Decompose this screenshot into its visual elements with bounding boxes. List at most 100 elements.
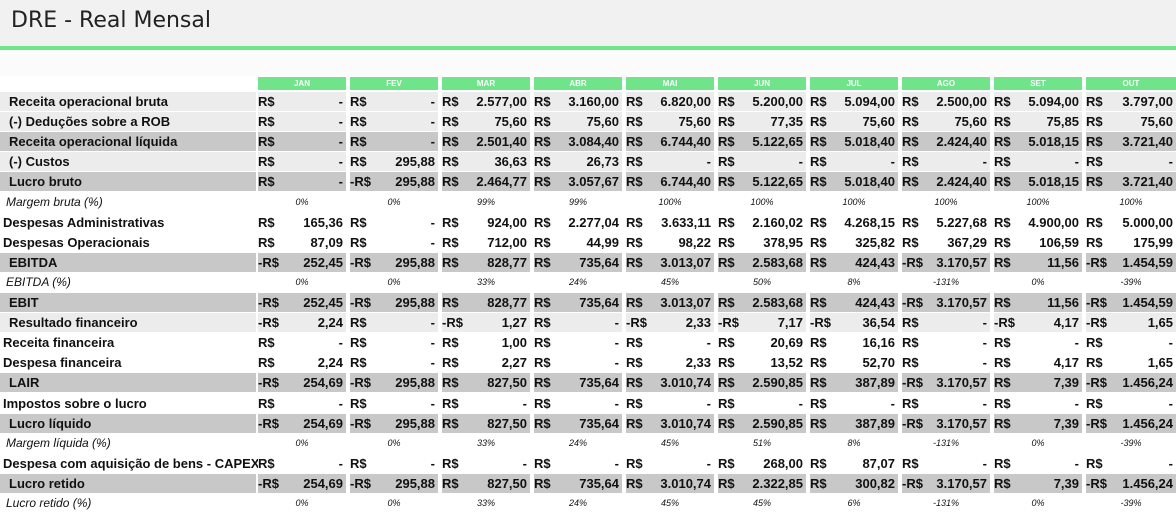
currency-symbol: R$ <box>994 94 1011 109</box>
table-cell: R$ 3.797,00 <box>1086 92 1176 111</box>
amount-value: 5.000,00 <box>1122 215 1173 230</box>
currency-symbol: R$ <box>258 114 275 129</box>
currency-symbol: R$ <box>442 335 459 350</box>
row-label: Receita financeira <box>0 333 256 352</box>
amount-value: - <box>890 154 895 169</box>
currency-symbol: R$ <box>442 134 459 149</box>
currency-symbol: R$ <box>810 416 827 431</box>
currency-symbol: R$ <box>258 355 275 370</box>
amount-value: 1.456,24 <box>1122 476 1173 491</box>
currency-symbol: -R$ <box>902 416 923 431</box>
amount-value: 2.160,02 <box>752 215 803 230</box>
currency-symbol: R$ <box>902 94 919 109</box>
amount-value: - <box>706 456 711 471</box>
table-cell: -39% <box>1086 434 1176 453</box>
amount-value: - <box>982 315 987 330</box>
currency-symbol: R$ <box>626 355 643 370</box>
amount-value: 828,77 <box>487 255 527 270</box>
table-cell: R$ - <box>994 333 1082 352</box>
currency-symbol: R$ <box>1086 235 1103 250</box>
percent-value: -131% <box>932 438 959 448</box>
table-cell: -R$ 1.456,24 <box>1086 474 1176 493</box>
table-cell: -R$ 295,88 <box>350 172 438 191</box>
table-cell: R$ - <box>810 394 898 413</box>
percent-value: 0% <box>295 498 309 508</box>
currency-symbol: -R$ <box>626 315 647 330</box>
table-cell: R$ - <box>350 454 438 473</box>
table-cell: R$ 3.084,40 <box>534 132 622 151</box>
table-cell: R$ 735,64 <box>534 414 622 433</box>
currency-symbol: R$ <box>1086 396 1103 411</box>
amount-value: 2.500,00 <box>936 94 987 109</box>
table-cell: -R$ 1.454,59 <box>1086 293 1176 312</box>
table-cell: -131% <box>902 273 990 292</box>
table-cell: R$ 387,89 <box>810 373 898 392</box>
table-cell: 51% <box>718 434 806 453</box>
currency-symbol: R$ <box>718 154 735 169</box>
table-cell: 8% <box>810 273 898 292</box>
amount-value: 827,50 <box>487 416 527 431</box>
amount-value: 1,27 <box>501 315 527 330</box>
table-cell: R$ 3.057,67 <box>534 172 622 191</box>
table-cell: R$ 378,95 <box>718 233 806 252</box>
table-cell: R$ 424,43 <box>810 253 898 272</box>
table-cell: 100% <box>810 193 898 212</box>
table-cell: R$ - <box>258 172 346 191</box>
currency-symbol: R$ <box>442 355 459 370</box>
amount-value: - <box>1168 396 1173 411</box>
amount-value: 735,64 <box>579 295 619 310</box>
table-cell: 0% <box>350 273 438 292</box>
row-label: EBIT <box>0 293 256 312</box>
table-row: (-) Custos R$ - R$ 295,88 R$ 36,63 R$ 26,73 R$ - R$… <box>0 152 1176 172</box>
amount-value: 2,27 <box>501 355 527 370</box>
currency-symbol: R$ <box>442 476 459 491</box>
table-cell: R$ 11,56 <box>994 253 1082 272</box>
table-cell: 0% <box>258 434 346 453</box>
percent-value: 100% <box>658 197 682 207</box>
amount-value: - <box>1074 396 1079 411</box>
currency-symbol: R$ <box>718 355 735 370</box>
amount-value: 77,35 <box>770 114 803 129</box>
amount-value: - <box>338 114 343 129</box>
amount-value: - <box>1168 154 1173 169</box>
table-cell: R$ - <box>258 132 346 151</box>
currency-symbol: R$ <box>626 154 643 169</box>
amount-value: 98,22 <box>678 235 711 250</box>
currency-symbol: R$ <box>810 154 827 169</box>
row-label: Despesa financeira <box>0 353 256 372</box>
currency-symbol: R$ <box>626 476 643 491</box>
amount-value: 5.094,00 <box>844 94 895 109</box>
amount-value: 75,60 <box>862 114 895 129</box>
amount-value: 175,99 <box>1133 235 1173 250</box>
currency-symbol: R$ <box>350 114 367 129</box>
page-title: DRE - Real Mensal <box>11 8 211 33</box>
table-cell: R$ - <box>442 454 530 473</box>
table-cell: R$ 2,27 <box>442 353 530 372</box>
percent-value: 33% <box>476 498 495 508</box>
table-cell: R$ 5.200,00 <box>718 92 806 111</box>
row-label: Resultado financeiro <box>0 313 256 332</box>
table-cell: R$ - <box>626 333 714 352</box>
amount-value: - <box>982 154 987 169</box>
currency-symbol: R$ <box>810 375 827 390</box>
percent-value: 45% <box>660 438 679 448</box>
amount-value: - <box>430 114 435 129</box>
currency-symbol: R$ <box>258 174 275 189</box>
table-cell: R$ 3.721,40 <box>1086 172 1176 191</box>
amount-value: 3.160,00 <box>568 94 619 109</box>
currency-symbol: R$ <box>994 174 1011 189</box>
table-cell: 0% <box>994 494 1082 513</box>
table-cell: R$ - <box>534 394 622 413</box>
amount-value: 268,00 <box>763 456 803 471</box>
table-cell: R$ - <box>258 112 346 131</box>
amount-value: - <box>1074 154 1079 169</box>
table-cell: R$ - <box>258 454 346 473</box>
amount-value: 6.744,40 <box>660 174 711 189</box>
currency-symbol: R$ <box>810 295 827 310</box>
currency-symbol: R$ <box>718 295 735 310</box>
table-row: Margem bruta (%) 0% 0% 99% 99% 100% 100% 100% 10… <box>0 193 1176 213</box>
table-cell: R$ 5.018,15 <box>994 172 1082 191</box>
amount-value: 7,39 <box>1053 375 1079 390</box>
amount-value: 424,43 <box>855 295 895 310</box>
amount-value: 295,88 <box>395 375 435 390</box>
